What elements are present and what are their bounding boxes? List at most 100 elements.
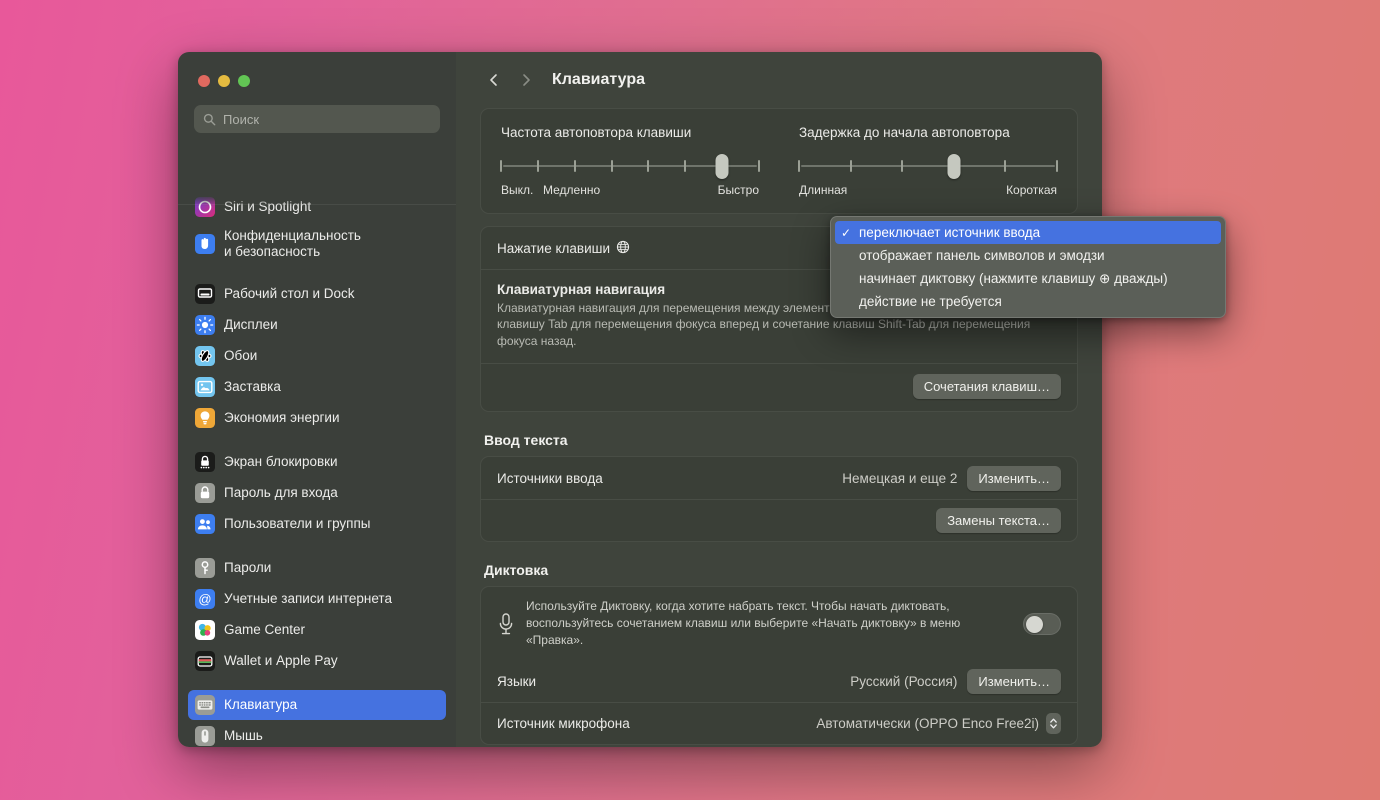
microphone-source-value: Автоматически (OPPO Enco Free2i)	[816, 716, 1039, 732]
sidebar-item-пользователи-и-группы[interactable]: Пользователи и группы	[188, 509, 446, 539]
sidebar-item-клавиатура[interactable]: Клавиатура	[188, 690, 446, 720]
displays-icon	[195, 315, 215, 335]
sidebar-item-label: Учетные записи интернета	[224, 591, 392, 607]
sidebar-item-рабочий-стол-и-dock[interactable]: Рабочий стол и Dock	[188, 279, 446, 309]
passwords-key-icon	[195, 558, 215, 578]
sidebar-item-обои[interactable]: Обои	[188, 341, 446, 371]
sidebar-item-label: Экран блокировки	[224, 454, 338, 470]
settings-content: Частота автоповтора клавиши Выкл. Медленно…	[456, 108, 1102, 746]
sidebar-item-label: Пароль для входа	[224, 485, 338, 501]
wallet-icon	[195, 651, 215, 671]
sidebar-item-siri-и-spotlight[interactable]: Siri и Spotlight	[188, 192, 446, 222]
dictation-card: Используйте Диктовку, когда хотите набра…	[480, 586, 1078, 746]
menu-item-3[interactable]: действие не требуется	[835, 290, 1221, 313]
sidebar-nav-list[interactable]: Siri и Spotlight Конфиденциальность и без…	[178, 192, 456, 747]
sidebar-item-label: Пароли	[224, 560, 272, 576]
sidebar-item-label: Экономия энергии	[224, 410, 340, 426]
menu-item-1[interactable]: отображает панель символов и эмодзи	[835, 244, 1221, 267]
menu-item-label: действие не требуется	[859, 294, 1002, 309]
users-groups-icon	[195, 514, 215, 534]
privacy-hand-icon	[195, 234, 215, 254]
slider-tick	[647, 160, 650, 172]
sidebar-item-label: Дисплеи	[224, 317, 278, 333]
back-button[interactable]	[480, 66, 508, 94]
sidebar: Siri и Spotlight Конфиденциальность и без…	[178, 52, 456, 747]
text-replacements-button[interactable]: Замены текста…	[936, 508, 1061, 534]
screensaver-icon	[195, 377, 215, 397]
wallpaper-icon	[195, 346, 215, 366]
slider-tick	[1056, 160, 1058, 172]
sidebar-item-wallet-и-apple-pay[interactable]: Wallet и Apple Pay	[188, 646, 446, 676]
game-center-icon	[195, 620, 215, 640]
modifier-key-label-group: Нажатие клавиши	[497, 240, 630, 257]
slider-label-left: Выкл.	[501, 183, 534, 197]
text-input-section-title: Ввод текста	[484, 432, 568, 449]
toggle-knob	[1026, 615, 1043, 633]
sidebar-item-заставка[interactable]: Заставка	[188, 372, 446, 402]
edit-input-sources-button[interactable]: Изменить…	[967, 465, 1061, 491]
sidebar-item-мышь[interactable]: Мышь	[188, 721, 446, 747]
microphone-source-label: Источник микрофона	[497, 716, 630, 732]
menu-item-0[interactable]: ✓ переключает источник ввода	[835, 221, 1221, 244]
microphone-source-popup-button[interactable]	[1046, 713, 1061, 735]
sidebar-item-game-center[interactable]: Game Center	[188, 615, 446, 645]
sidebar-item-пароль-для-входа[interactable]: Пароль для входа	[188, 478, 446, 508]
slider-tick	[758, 160, 760, 172]
sidebar-item-label: Рабочий стол и Dock	[224, 286, 355, 302]
maximize-window-button[interactable]	[238, 75, 250, 87]
slider-tick	[536, 160, 539, 172]
siri-icon	[195, 197, 215, 217]
sidebar-item-label: Конфиденциальность и безопасность	[224, 228, 361, 259]
sidebar-item-label: Заставка	[224, 379, 281, 395]
sidebar-item-label: Обои	[224, 348, 258, 364]
keyboard-shortcuts-row: Сочетания клавиш…	[481, 363, 1077, 411]
sidebar-item-конфиденциальность-и-безопасность[interactable]: Конфиденциальность и безопасность	[188, 223, 446, 265]
input-sources-value: Немецкая и еще 2	[842, 470, 958, 486]
sidebar-item-дисплеи[interactable]: Дисплеи	[188, 310, 446, 340]
sidebar-item-пароли[interactable]: Пароли	[188, 553, 446, 583]
slider-track[interactable]	[500, 154, 760, 179]
menu-item-2[interactable]: начинает диктовку (нажмите клавишу ⊕ два…	[835, 267, 1221, 290]
microphone-icon	[497, 612, 515, 636]
edit-dictation-languages-button[interactable]: Изменить…	[967, 668, 1061, 694]
login-password-icon	[195, 483, 215, 503]
slider-tick	[573, 160, 576, 172]
sidebar-item-label: Клавиатура	[224, 697, 298, 713]
svg-text:@: @	[198, 591, 211, 606]
modifier-key-dropdown-menu[interactable]: ✓ переключает источник ввода отображает па…	[830, 216, 1226, 318]
sidebar-item-экономия-энергии[interactable]: Экономия энергии	[188, 403, 446, 433]
titlebar: Клавиатура	[456, 52, 1102, 108]
slider-line	[801, 165, 1055, 167]
slider-tick	[684, 160, 687, 172]
close-window-button[interactable]	[198, 75, 210, 87]
slider-track[interactable]	[798, 154, 1058, 179]
page-title: Клавиатура	[552, 71, 645, 88]
dictation-toggle[interactable]	[1023, 612, 1061, 635]
mouse-icon	[195, 726, 215, 746]
slider-label-left: Длинная	[799, 183, 848, 197]
slider-tick	[610, 160, 613, 172]
sidebar-item-label: Game Center	[224, 622, 306, 638]
keyboard-icon	[195, 695, 215, 715]
sidebar-item-учетные-записи-интернета[interactable]: @ Учетные записи интернета	[188, 584, 446, 614]
slider-tick	[1004, 160, 1007, 172]
forward-button[interactable]	[512, 66, 540, 94]
lock-screen-icon	[195, 452, 215, 472]
keyboard-shortcuts-button[interactable]: Сочетания клавиш…	[912, 374, 1061, 400]
slider-thumb[interactable]	[715, 154, 729, 179]
main-panel: Клавиатура Частота автоповтора клавиши Вы…	[456, 52, 1102, 747]
sidebar-item-label: Мышь	[224, 728, 263, 744]
slider-thumb[interactable]	[947, 154, 961, 179]
text-replacements-row: Замены текста…	[481, 499, 1077, 541]
sidebar-item-label: Siri и Spotlight	[224, 199, 312, 215]
search-container	[178, 87, 456, 133]
stepper-updown-icon	[1049, 716, 1058, 731]
search-input[interactable]	[223, 111, 431, 127]
slider-labels: Выкл. Медленно Быстро	[501, 183, 759, 199]
minimize-window-button[interactable]	[218, 75, 230, 87]
dictation-toggle-row: Используйте Диктовку, когда хотите набра…	[481, 587, 1077, 660]
search-box[interactable]	[194, 105, 440, 133]
sidebar-item-экран-блокировки[interactable]: Экран блокировки	[188, 447, 446, 477]
